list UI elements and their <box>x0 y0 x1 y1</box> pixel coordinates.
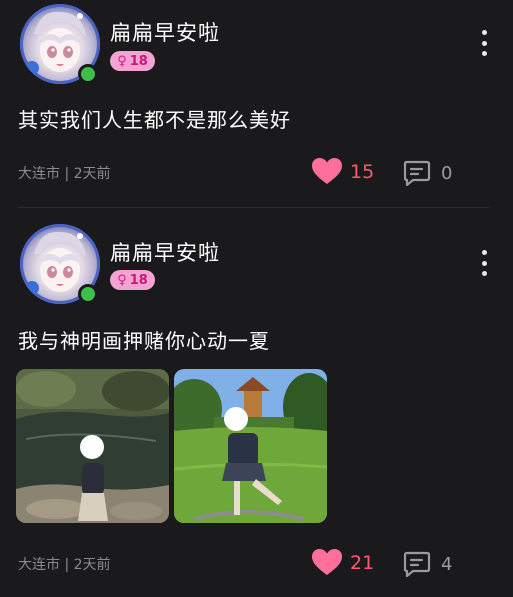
comment-count: 4 <box>441 553 453 575</box>
avatar[interactable] <box>20 224 100 304</box>
like-count: 21 <box>350 551 375 574</box>
heart-icon <box>312 158 342 184</box>
online-status-dot <box>78 284 98 304</box>
post-meta: 大连市 | 2天前 <box>18 557 111 573</box>
post-content: 我与神明画押赌你心动一夏 <box>18 329 270 353</box>
pond-image <box>16 369 169 523</box>
age-label: 18 <box>129 53 148 69</box>
more-vertical-icon[interactable] <box>479 250 489 276</box>
female-icon: ♀ <box>117 53 127 69</box>
park-photo[interactable] <box>174 369 327 523</box>
comment-icon <box>403 160 431 186</box>
comment-button[interactable]: 0 <box>403 160 452 186</box>
post-card[interactable]: 扁扁早安啦 ♀ 18 其实我们人生都不是那么美好 大连市 | 2天前 15 0 <box>0 0 513 208</box>
like-button[interactable]: 15 <box>312 158 374 185</box>
gender-age-badge: ♀ 18 <box>110 51 155 71</box>
username[interactable]: 扁扁早安啦 <box>110 17 220 47</box>
online-status-dot <box>78 64 98 84</box>
like-button[interactable]: 21 <box>312 549 374 576</box>
female-icon: ♀ <box>117 272 127 288</box>
username[interactable]: 扁扁早安啦 <box>110 237 220 267</box>
comment-count: 0 <box>441 162 453 184</box>
avatar[interactable] <box>20 4 100 84</box>
gender-age-badge: ♀ 18 <box>110 270 155 290</box>
pond-photo[interactable] <box>16 369 169 523</box>
age-label: 18 <box>129 272 148 288</box>
like-count: 15 <box>350 160 375 183</box>
more-vertical-icon[interactable] <box>479 30 489 56</box>
post-card[interactable]: 扁扁早安啦 ♀ 18 我与神明画押赌你心动一夏 大连市 | 2天前 21 4 <box>0 208 513 597</box>
post-content: 其实我们人生都不是那么美好 <box>18 108 291 132</box>
comment-button[interactable]: 4 <box>403 551 452 577</box>
comment-icon <box>403 551 431 577</box>
post-meta: 大连市 | 2天前 <box>18 166 111 182</box>
park-image <box>174 369 327 523</box>
heart-icon <box>312 549 342 575</box>
